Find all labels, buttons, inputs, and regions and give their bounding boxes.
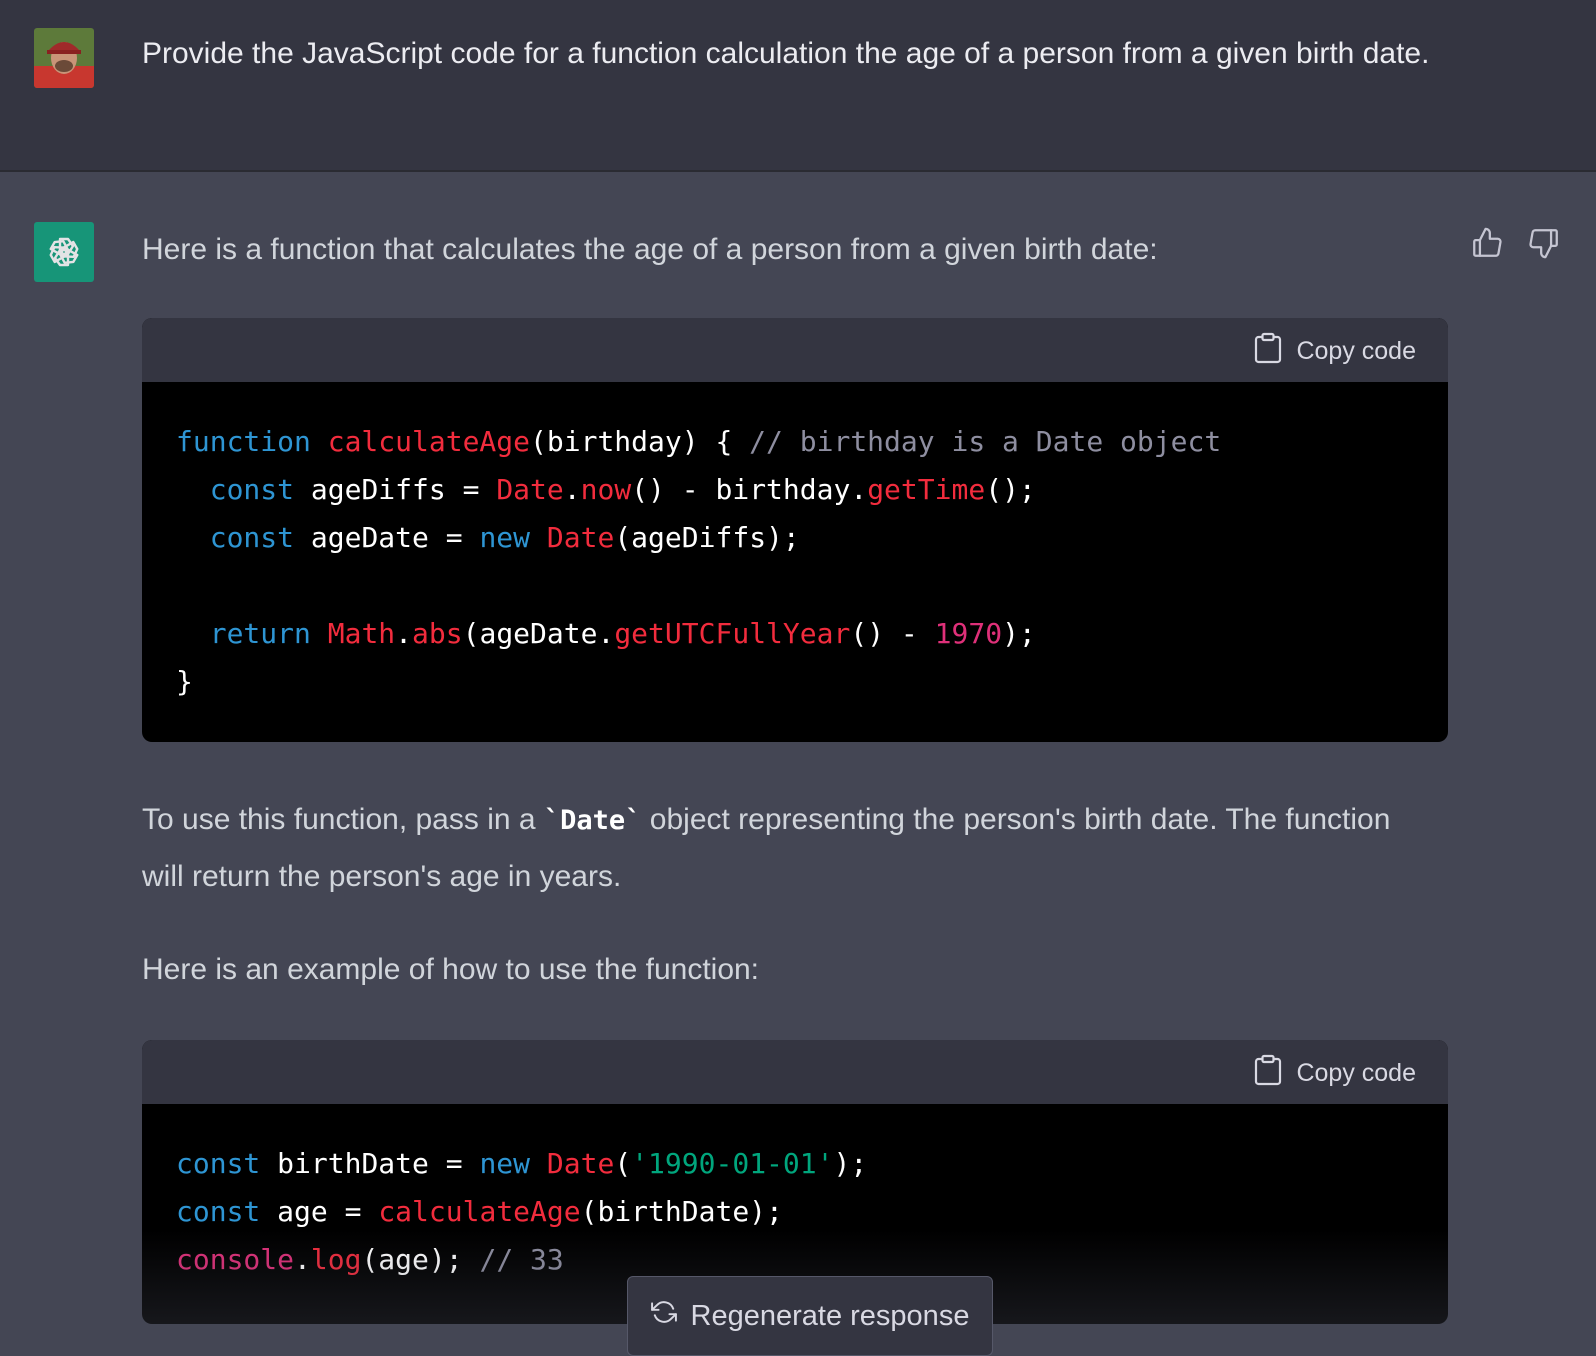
- thumbs-down-icon[interactable]: [1527, 226, 1561, 260]
- code-token: abs: [412, 617, 463, 650]
- code-token: (ageDiffs);: [614, 521, 800, 554]
- code-token: Date: [496, 473, 564, 506]
- code-comment: // 33: [479, 1243, 564, 1276]
- assistant-message-row: Here is a function that calculates the a…: [0, 172, 1596, 1348]
- code-token: const: [176, 1147, 261, 1180]
- code-token: (birthday) {: [530, 425, 750, 458]
- code-token: getTime: [867, 473, 986, 506]
- assistant-intro-text: Here is a function that calculates the a…: [142, 233, 1158, 266]
- code-token: Date: [546, 1147, 615, 1180]
- code-token: () -: [850, 617, 935, 650]
- code-comment: // birthday is a Date object: [749, 425, 1222, 458]
- clipboard-icon: [1254, 332, 1282, 371]
- code-token: Date: [546, 521, 615, 554]
- code-token: }: [176, 665, 193, 698]
- code-token: now: [580, 473, 632, 506]
- code-token: const: [176, 1195, 261, 1228]
- code-token: (birthDate);: [580, 1195, 783, 1228]
- code-block-function: Copy code function calculateAge(birthday…: [142, 318, 1448, 742]
- code-token: );: [1002, 617, 1036, 650]
- code-token: .: [563, 473, 581, 506]
- copy-code-button[interactable]: Copy code: [1254, 1054, 1416, 1093]
- copy-code-button[interactable]: Copy code: [1254, 332, 1416, 371]
- code-token: function: [176, 425, 311, 458]
- code-token: );: [833, 1147, 868, 1180]
- usage-text: To use this function, pass in a: [142, 803, 544, 836]
- copy-code-label: Copy code: [1296, 336, 1416, 365]
- code-token: (age);: [361, 1243, 480, 1276]
- code-content: function calculateAge(birthday) { // bir…: [142, 382, 1448, 742]
- code-token: age =: [260, 1195, 379, 1228]
- code-token: '1990-01-01': [631, 1147, 834, 1180]
- thumbs-up-icon[interactable]: [1470, 226, 1504, 260]
- usage-paragraph: To use this function, pass in a `Date` o…: [142, 792, 1432, 905]
- code-token: ageDate =: [294, 521, 480, 554]
- user-avatar: [34, 28, 94, 88]
- code-token: ();: [985, 473, 1036, 506]
- code-token: calculateAge: [378, 1195, 581, 1228]
- refresh-icon: [650, 1299, 677, 1333]
- example-intro-text: Here is an example of how to use the fun…: [142, 953, 760, 986]
- code-token: (: [614, 1147, 632, 1180]
- user-prompt-text: Provide the JavaScript code for a functi…: [142, 37, 1430, 70]
- regenerate-response-button[interactable]: Regenerate response: [627, 1276, 993, 1356]
- code-token: calculateAge: [327, 425, 531, 458]
- code-token: ageDiffs =: [294, 473, 497, 506]
- code-token: .: [395, 617, 413, 650]
- code-token: const: [209, 473, 295, 506]
- code-token: () - birthday.: [631, 473, 868, 506]
- code-token: Math: [327, 617, 396, 650]
- code-token: return: [209, 617, 311, 650]
- code-token: console: [176, 1243, 295, 1276]
- code-token: const: [209, 521, 295, 554]
- code-block-header: Copy code: [142, 318, 1448, 382]
- openai-logo-icon: [34, 222, 94, 282]
- inline-code: `Date`: [543, 805, 642, 836]
- copy-code-label: Copy code: [1296, 1058, 1416, 1087]
- code-block-header: Copy code: [142, 1040, 1448, 1104]
- regenerate-label: Regenerate response: [690, 1299, 970, 1332]
- code-token: new: [479, 1147, 531, 1180]
- clipboard-icon: [1254, 1054, 1282, 1093]
- user-message-row: Provide the JavaScript code for a functi…: [0, 0, 1596, 172]
- code-token: .: [294, 1243, 311, 1276]
- code-token: birthDate =: [260, 1147, 480, 1180]
- code-token: 1970: [934, 617, 1003, 650]
- code-token: getUTCFullYear: [614, 617, 851, 650]
- code-token: log: [310, 1243, 362, 1276]
- code-token: new: [479, 521, 531, 554]
- code-token: (ageDate.: [462, 617, 615, 650]
